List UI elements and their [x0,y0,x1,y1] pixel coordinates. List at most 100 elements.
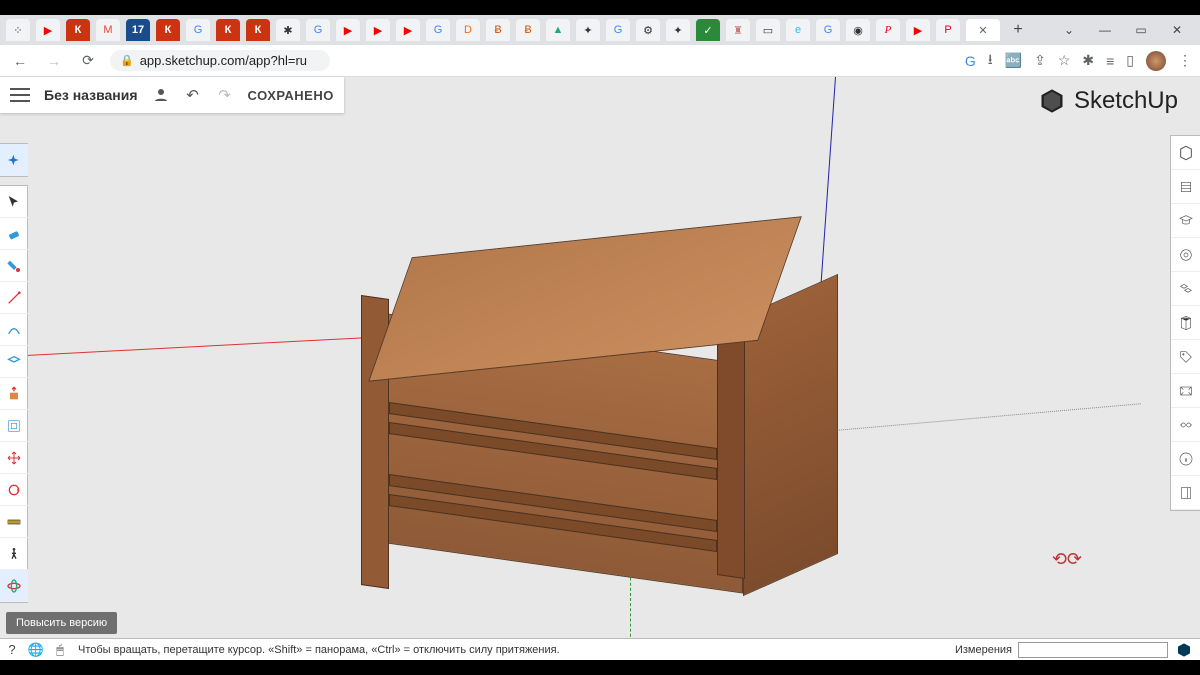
google-icon[interactable]: G [965,53,976,69]
left-toolbar-top [0,143,28,177]
extensions-icon[interactable]: ✱ [1082,52,1094,69]
reload-button[interactable]: ⟳ [76,49,100,73]
url-field[interactable]: 🔒 app.sketchup.com/app?hl=ru [110,50,330,71]
tab-icon[interactable]: ✦ [576,19,600,41]
measurements-input[interactable] [1018,642,1168,658]
model-object[interactable] [355,217,825,587]
back-button[interactable]: ← [8,49,32,73]
tab-icon[interactable]: ✱ [276,19,300,41]
panel-learn[interactable] [1171,204,1200,238]
tab-icon[interactable]: Ƀ [486,19,510,41]
tool-move[interactable] [0,442,28,474]
tab-icon[interactable]: G [426,19,450,41]
tool-eraser[interactable] [0,218,28,250]
panel-styles[interactable] [1171,306,1200,340]
reading-list-icon[interactable]: ≡ [1106,53,1114,69]
tool-line[interactable] [0,282,28,314]
modeling-canvas[interactable]: ⟲⟳ [0,77,1200,638]
sketchup-mark-icon[interactable] [1174,640,1194,660]
tab-icon[interactable]: К [66,19,90,41]
tool-walk[interactable] [0,538,28,570]
panel-materials[interactable] [1171,272,1200,306]
tab-icon[interactable]: G [816,19,840,41]
upgrade-button[interactable]: Повысить версию [6,612,117,634]
tab-icon[interactable]: e [786,19,810,41]
tab-icon[interactable]: ▶ [36,19,60,41]
panel-components[interactable] [1171,238,1200,272]
redo-button[interactable]: ↷ [216,86,234,104]
tab-icon[interactable]: P [876,19,900,41]
tab-icon[interactable]: ▶ [336,19,360,41]
tab-icon[interactable]: ▶ [906,19,930,41]
axis-inference-dotted [812,403,1141,433]
tabs-dropdown[interactable]: ⌄ [1052,19,1086,41]
tab-icon[interactable]: ✓ [696,19,720,41]
lock-icon: 🔒 [120,54,134,67]
tab-icon[interactable]: ▲ [546,19,570,41]
document-title[interactable]: Без названия [44,87,138,103]
app-header: Без названия ↶ ↷ СОХРАНЕНО [0,77,344,113]
tool-orbit[interactable] [0,570,28,602]
undo-button[interactable]: ↶ [184,86,202,104]
panel-entity-info[interactable] [1171,136,1200,170]
save-status: СОХРАНЕНО [248,88,334,103]
forward-button[interactable]: → [42,49,66,73]
tab-icon[interactable]: ▭ [756,19,780,41]
tab-icon[interactable]: К [216,19,240,41]
tab-icon[interactable]: К [246,19,270,41]
tab-icon[interactable]: ▶ [396,19,420,41]
share-users-icon[interactable] [152,86,170,104]
tool-rectangle[interactable] [0,346,28,378]
tab-icon[interactable]: D [456,19,480,41]
panel-toggle[interactable] [1171,476,1200,510]
tab-icon[interactable]: ✦ [666,19,690,41]
tab-icon[interactable]: G [606,19,630,41]
panel-tags[interactable] [1171,340,1200,374]
window-maximize[interactable]: ▭ [1124,19,1158,41]
tool-pushpull[interactable] [0,378,28,410]
tab-icon[interactable]: Ƀ [516,19,540,41]
window-minimize[interactable]: — [1088,19,1122,41]
tab-icon[interactable]: ⚙ [636,19,660,41]
sidepanel-icon[interactable]: ▯ [1126,52,1134,69]
tool-offset[interactable] [0,410,28,442]
language-icon[interactable]: 🌐 [24,642,48,658]
tab-icon[interactable]: G [186,19,210,41]
star-icon[interactable]: ☆ [1058,52,1071,69]
url-text: app.sketchup.com/app?hl=ru [140,53,307,68]
panel-instructor[interactable] [1171,170,1200,204]
tool-tape[interactable] [0,506,28,538]
tab-icon[interactable]: ◉ [846,19,870,41]
tool-arc[interactable] [0,314,28,346]
measurements-label: Измерения [955,644,1012,656]
window-close[interactable]: ✕ [1160,19,1194,41]
browser-address-bar: ← → ⟳ 🔒 app.sketchup.com/app?hl=ru G ⭳ 🔤… [0,45,1200,77]
tab-icon[interactable]: К [156,19,180,41]
tool-current[interactable] [0,144,28,176]
panel-info[interactable] [1171,442,1200,476]
tab-icon[interactable]: ⁘ [6,19,30,41]
menu-button[interactable] [10,88,30,102]
tab-icon[interactable]: P [936,19,960,41]
tool-select[interactable] [0,186,28,218]
tool-paint[interactable] [0,250,28,282]
tab-icon[interactable]: G [306,19,330,41]
share-icon[interactable]: ⇪ [1034,52,1046,69]
tab-icon[interactable]: ▶ [366,19,390,41]
new-tab-button[interactable]: + [1006,19,1030,41]
panel-display[interactable] [1171,408,1200,442]
tool-rotate[interactable] [0,474,28,506]
panel-scenes[interactable] [1171,374,1200,408]
tab-icon[interactable]: M [96,19,120,41]
kebab-menu-icon[interactable]: ⋮ [1178,52,1192,69]
translate-icon[interactable]: 🔤 [1005,52,1022,69]
tab-active[interactable]: ✕ [966,19,1000,41]
profile-avatar[interactable] [1146,51,1166,71]
status-bar: ? 🌐 🖱 Чтобы вращать, перетащите курсор. … [0,638,1200,660]
tab-icon[interactable]: ♜ [726,19,750,41]
mouse-icon[interactable]: 🖱 [48,642,72,658]
install-icon[interactable]: ⭳ [988,49,993,73]
tab-icon[interactable]: 17 [126,19,150,41]
help-icon[interactable]: ? [0,642,24,657]
browser-tab-strip: ⁘ ▶ К M 17 К G К К ✱ G ▶ ▶ ▶ G D Ƀ Ƀ ▲ ✦… [0,15,1200,45]
